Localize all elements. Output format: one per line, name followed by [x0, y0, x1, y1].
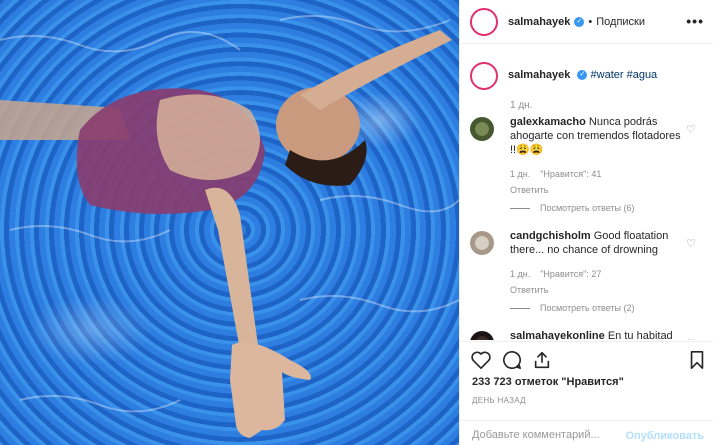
caption-hashtags[interactable]: #water #agua [591, 69, 658, 81]
like-comment-heart-icon[interactable]: ♡ [686, 337, 696, 340]
more-options-icon[interactable]: ••• [686, 13, 704, 29]
like-heart-icon[interactable] [470, 350, 492, 370]
view-replies-link[interactable]: Посмотреть ответы (6) [510, 203, 713, 213]
like-comment-heart-icon[interactable]: ♡ [686, 123, 696, 136]
caption-username[interactable]: salmahayek [508, 69, 570, 81]
caption: salmahayek ✓ #water #agua [460, 52, 713, 90]
like-count[interactable]: 233 723 отметок "Нравится" [472, 376, 624, 388]
add-comment-bar: Опубликовать [460, 420, 713, 445]
photo-illustration [0, 15, 459, 438]
separator-dot: • [588, 15, 593, 28]
comment-item: candgchisholm Good floatation there... n… [460, 229, 713, 297]
comment-input[interactable] [472, 429, 632, 441]
caption-time: 1 дн. [510, 100, 533, 111]
commenter-avatar[interactable] [470, 117, 494, 141]
comment-item: salmahayekonline En tu habitad natural🔥👌… [460, 329, 713, 340]
comment-time: 1 дн. [510, 269, 531, 279]
comment-username[interactable]: salmahayekonline [510, 330, 605, 340]
publish-button[interactable]: Опубликовать [625, 430, 704, 442]
comment-username[interactable]: galexkamacho [510, 116, 586, 128]
post-actions [460, 341, 713, 373]
commenter-avatar[interactable] [470, 231, 494, 255]
comment-likes[interactable]: "Нравится": 27 [540, 269, 601, 279]
commenter-avatar[interactable] [470, 331, 494, 340]
post-timestamp: ДЕНЬ НАЗАД [472, 396, 526, 405]
reply-button[interactable]: Ответить [510, 183, 685, 197]
comment-time: 1 дн. [510, 169, 531, 179]
reply-button[interactable]: Ответить [510, 283, 685, 297]
like-comment-heart-icon[interactable]: ♡ [686, 237, 696, 250]
caption-avatar[interactable] [470, 62, 498, 90]
comment-likes[interactable]: "Нравится": 41 [540, 169, 601, 179]
comment-item: galexkamacho Nunca podrás ahogarte con t… [460, 115, 713, 197]
comment-bubble-icon[interactable] [502, 350, 522, 370]
verified-badge-icon: ✓ [574, 16, 585, 27]
post-photo[interactable] [0, 0, 459, 445]
verified-badge-icon: ✓ [577, 70, 588, 81]
comments-list[interactable]: salmahayek ✓ #water #agua 1 дн. galexkam… [460, 52, 713, 340]
comment-username[interactable]: candgchisholm [510, 230, 591, 242]
view-replies-link[interactable]: Посмотреть ответы (2) [510, 303, 713, 313]
following-button[interactable]: Подписки [596, 16, 645, 28]
author-username[interactable]: salmahayek [508, 16, 570, 28]
author-avatar[interactable] [470, 7, 498, 36]
post-header: salmahayek ✓ • Подписки ••• [460, 0, 713, 44]
post-side-panel: salmahayek ✓ • Подписки ••• salmahayek ✓… [459, 0, 713, 445]
share-icon[interactable] [532, 350, 552, 370]
bookmark-icon[interactable] [688, 350, 706, 370]
